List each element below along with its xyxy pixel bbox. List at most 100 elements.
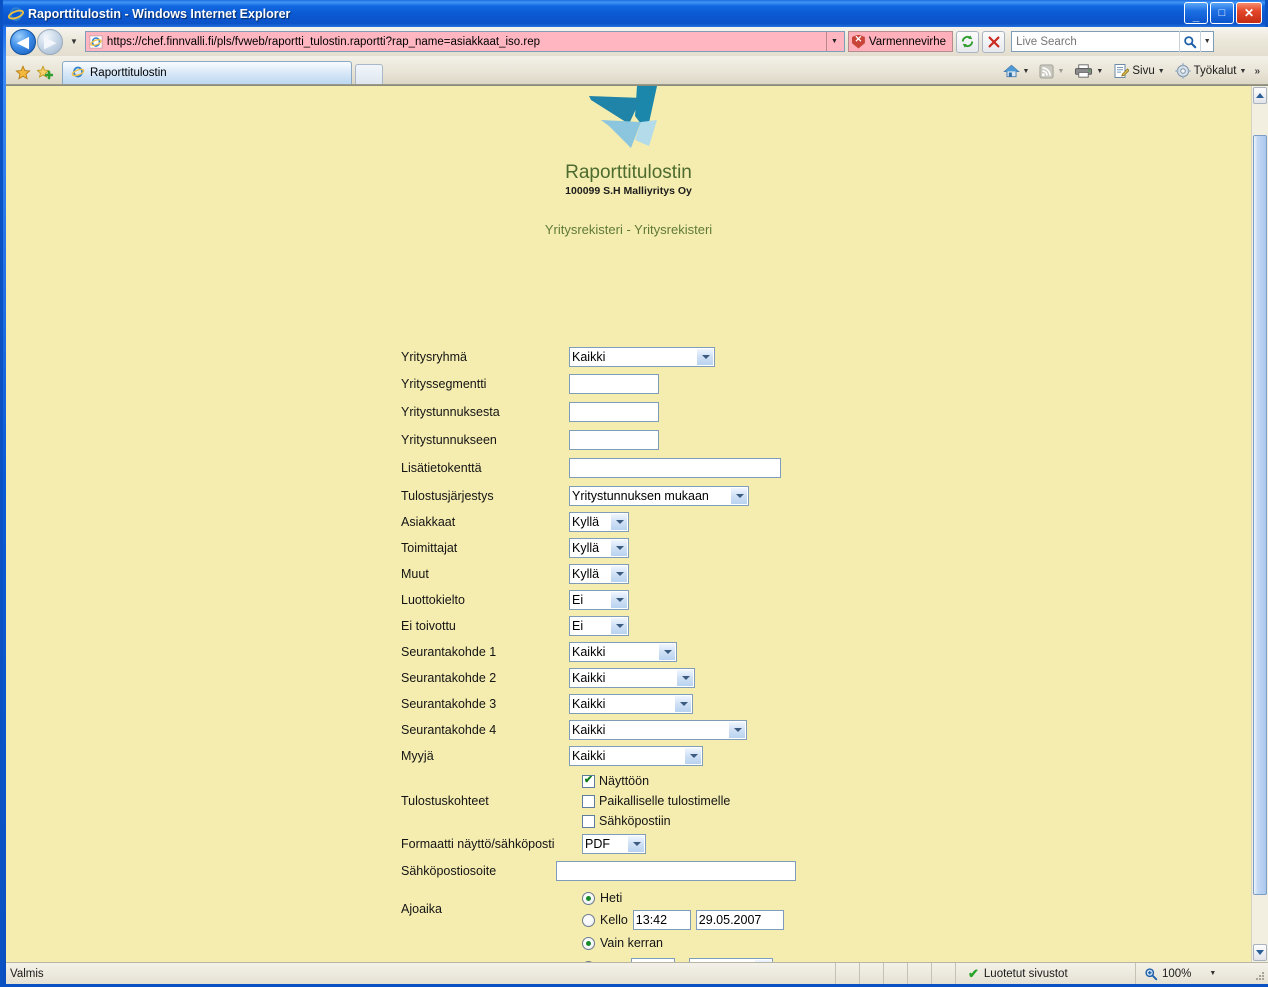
radio-vain-kerran[interactable] bbox=[582, 936, 595, 950]
input-sahkopostiosoite[interactable] bbox=[556, 861, 796, 881]
stop-button[interactable] bbox=[982, 30, 1006, 53]
checkbox-paikalliselle-tulostimelle[interactable] bbox=[582, 794, 595, 808]
checkbox-nayttoon[interactable]: ✔ bbox=[582, 774, 595, 788]
home-icon bbox=[1002, 64, 1020, 78]
add-favorite-icon bbox=[37, 65, 53, 80]
label-seurantakohde-4: Seurantakohde 4 bbox=[401, 723, 497, 737]
resize-grip[interactable] bbox=[1254, 963, 1268, 984]
new-tab-button[interactable] bbox=[355, 64, 383, 84]
select-ei-toivottu[interactable]: Ei bbox=[569, 616, 629, 636]
select-myyja[interactable]: Kaikki bbox=[569, 746, 703, 766]
home-button[interactable]: ▼ bbox=[999, 61, 1034, 81]
status-segment bbox=[932, 963, 956, 984]
search-dropdown-button[interactable]: ▼ bbox=[1200, 31, 1213, 52]
form-row-myyja: Myyjä Kaikki bbox=[401, 743, 867, 769]
select-wrap-luottokielto: Ei bbox=[569, 590, 629, 610]
history-dropdown-button[interactable]: ▼ bbox=[66, 37, 82, 46]
page-favicon-icon bbox=[88, 34, 104, 50]
select-seurantakohde-1[interactable]: Kaikki bbox=[569, 642, 677, 662]
radio-row-kello[interactable]: Kello bbox=[582, 910, 784, 931]
checkbox-label-nayttoon: Näyttöön bbox=[599, 774, 650, 788]
scroll-up-button[interactable] bbox=[1253, 87, 1267, 104]
back-button[interactable]: ◀ bbox=[10, 28, 36, 55]
certificate-error-button[interactable]: Varmennevirhe bbox=[847, 31, 954, 52]
certificate-error-icon bbox=[851, 34, 865, 49]
zoom-control[interactable]: 100% ▼ bbox=[1136, 963, 1254, 984]
scrollbar-thumb[interactable] bbox=[1253, 135, 1267, 895]
tools-menu-button[interactable]: Työkalut ▼ bbox=[1171, 61, 1251, 81]
select-seurantakohde-3[interactable]: Kaikki bbox=[569, 694, 693, 714]
search-submit-button[interactable] bbox=[1178, 31, 1201, 52]
label-tulostusjarjestys: Tulostusjärjestys bbox=[401, 488, 494, 503]
input-yrityssegmentti[interactable] bbox=[569, 374, 659, 394]
radio-row-vain-kerran[interactable]: Vain kerran bbox=[582, 933, 663, 954]
form-row-lisatietokentta: Lisätietokenttä bbox=[401, 454, 867, 482]
label-yritystunnukseen: Yritystunnukseen bbox=[401, 433, 497, 447]
input-paivamaara[interactable] bbox=[695, 910, 784, 930]
checkbox-row-sahkopostiin[interactable]: Sähköpostiin bbox=[582, 811, 671, 831]
select-seurantakohde-2[interactable]: Kaikki bbox=[569, 668, 695, 688]
radio-row-joka[interactable]: Joka . Tunti bbox=[582, 956, 773, 963]
radio-row-heti[interactable]: Heti bbox=[582, 888, 622, 909]
gear-icon bbox=[1175, 63, 1191, 79]
label-formaatti: Formaatti näyttö/sähköposti bbox=[401, 837, 555, 851]
chevron-down-icon bbox=[1256, 949, 1264, 955]
address-dropdown-button[interactable]: ▼ bbox=[825, 32, 842, 51]
select-toistoyksikko[interactable]: Tunti bbox=[688, 957, 773, 962]
page-menu-button[interactable]: Sivu ▼ bbox=[1109, 61, 1168, 81]
select-wrap-seurantakohde-3: Kaikki bbox=[569, 694, 693, 714]
radio-heti[interactable] bbox=[582, 891, 595, 905]
vertical-scrollbar[interactable] bbox=[1251, 86, 1268, 962]
label-muut: Muut bbox=[401, 567, 429, 581]
select-luottokielto[interactable]: Ei bbox=[569, 590, 629, 610]
checkbox-sahkopostiin[interactable] bbox=[582, 814, 595, 828]
select-toimittajat[interactable]: Kyllä bbox=[569, 538, 629, 558]
input-yritystunnukseen[interactable] bbox=[569, 430, 659, 450]
input-aika[interactable] bbox=[632, 910, 691, 930]
select-seurantakohde-4[interactable]: Kaikki bbox=[569, 720, 747, 740]
label-ajoaika: Ajoaika bbox=[401, 902, 442, 916]
select-yritysryhma[interactable]: Kaikki bbox=[569, 347, 715, 367]
select-wrap-yritysryhma: Kaikki bbox=[569, 347, 715, 367]
close-button[interactable]: ✕ bbox=[1236, 2, 1262, 24]
address-bar[interactable]: https://chef.finnvalli.fi/pls/fvweb/rapo… bbox=[84, 31, 845, 52]
tab-bar: Raporttitulostin ▼ ▼ ▼ Sivu ▼ Työkalut ▼… bbox=[6, 56, 1268, 85]
select-muut[interactable]: Kyllä bbox=[569, 564, 629, 584]
print-button[interactable]: ▼ bbox=[1070, 61, 1107, 81]
refresh-button[interactable] bbox=[956, 30, 980, 53]
select-wrap-formaatti: PDF bbox=[582, 834, 646, 854]
radio-kello[interactable] bbox=[582, 913, 595, 927]
input-toistovali[interactable] bbox=[631, 957, 676, 962]
form-row-yritysryhma: Yritysryhmä Kaikki bbox=[401, 344, 867, 370]
minimize-button[interactable]: _ bbox=[1184, 2, 1208, 24]
stop-icon bbox=[988, 35, 1000, 48]
label-yrityssegmentti: Yrityssegmentti bbox=[401, 377, 487, 391]
security-zone-indicator[interactable]: ✔ Luotetut sivustot bbox=[956, 963, 1136, 984]
overflow-chevrons-icon[interactable]: » bbox=[1252, 66, 1262, 77]
report-title: Yritysrekisteri - Yritysrekisteri bbox=[544, 222, 713, 237]
favorites-center-button[interactable] bbox=[12, 62, 34, 84]
search-input[interactable] bbox=[1012, 34, 1179, 49]
select-tulostusjarjestys[interactable]: Yritystunnuksen mukaan bbox=[569, 485, 749, 506]
chevron-down-icon[interactable]: ▼ bbox=[1209, 970, 1216, 977]
input-yritystunnuksesta[interactable] bbox=[569, 402, 659, 422]
select-formaatti[interactable]: PDF bbox=[582, 834, 646, 854]
checkbox-row-paikalliselle-tulostimelle[interactable]: Paikalliselle tulostimelle bbox=[582, 791, 730, 811]
feeds-button[interactable]: ▼ bbox=[1035, 62, 1068, 81]
label-sahkopostiosoite: Sähköpostiosoite bbox=[401, 864, 497, 878]
select-wrap-seurantakohde-4: Kaikki bbox=[569, 720, 747, 740]
page-viewport: Raporttitulostin 100099 S.H Malliyritys … bbox=[6, 85, 1268, 962]
radio-label-joka: Joka bbox=[600, 961, 626, 963]
forward-button[interactable]: ▶ bbox=[37, 28, 63, 55]
tab-raporttitulostin[interactable]: Raporttitulostin bbox=[62, 61, 352, 84]
status-segment bbox=[836, 963, 860, 984]
select-asiakkaat[interactable]: Kyllä bbox=[569, 512, 629, 532]
scroll-down-button[interactable] bbox=[1253, 944, 1267, 961]
input-lisatietokentta[interactable] bbox=[569, 458, 781, 478]
add-to-favorites-button[interactable] bbox=[34, 62, 56, 84]
search-box[interactable]: ▼ bbox=[1011, 31, 1215, 52]
scrollbar-track[interactable] bbox=[1252, 105, 1268, 943]
checkbox-row-nayttoon[interactable]: ✔ Näyttöön bbox=[582, 771, 649, 791]
maximize-button[interactable]: □ bbox=[1210, 2, 1234, 24]
radio-joka[interactable] bbox=[582, 961, 595, 962]
